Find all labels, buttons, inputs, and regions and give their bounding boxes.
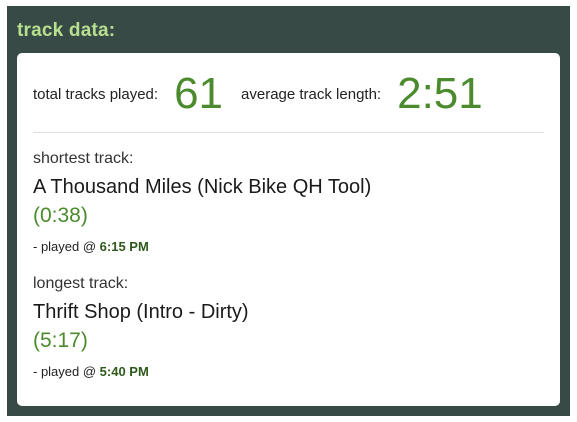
longest-track-duration: (5:17) [33, 329, 88, 352]
longest-track-block: longest track: Thrift Shop (Intro - Dirt… [33, 274, 249, 380]
shortest-track-heading: shortest track: [33, 150, 134, 167]
total-tracks-value: 61 [174, 69, 224, 118]
played-prefix: - played @ [33, 364, 100, 379]
total-tracks-label: total tracks played: [33, 85, 159, 103]
stats-row: total tracks played: 61 average track le… [33, 69, 483, 119]
shortest-track-duration: (0:38) [33, 204, 88, 227]
played-time: 5:40 PM [99, 364, 149, 379]
divider [33, 132, 544, 133]
played-prefix: - played @ [33, 239, 100, 254]
played-time: 6:15 PM [99, 239, 149, 254]
longest-track-heading: longest track: [33, 275, 129, 292]
average-length-label: average track length: [241, 85, 382, 103]
track-data-card: total tracks played: 61 average track le… [17, 53, 560, 406]
longest-track-name: Thrift Shop (Intro - Dirty) [33, 301, 249, 323]
shortest-track-name: A Thousand Miles (Nick Bike QH Tool) [33, 176, 372, 198]
panel-title: track data: [17, 20, 116, 41]
track-data-panel: track data: total tracks played: 61 aver… [7, 6, 570, 416]
shortest-track-played: - played @ 6:15 PM [33, 239, 371, 255]
shortest-track-block: shortest track: A Thousand Miles (Nick B… [33, 149, 371, 255]
average-length-value: 2:51 [397, 69, 483, 118]
longest-track-played: - played @ 5:40 PM [33, 364, 249, 380]
